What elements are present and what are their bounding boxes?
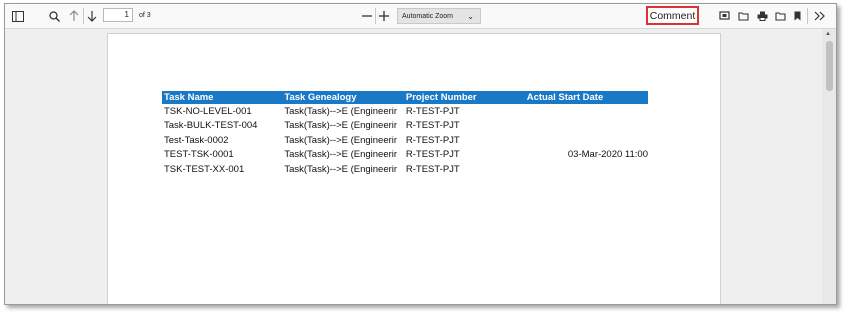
- open-file-icon[interactable]: [736, 7, 750, 25]
- sidebar-toggle-icon[interactable]: [11, 7, 25, 25]
- table-header-row: Task Name Task Genealogy Project Number …: [162, 91, 648, 104]
- task-name-cell: TEST-TSK-0001: [164, 149, 234, 161]
- task-name-cell: Test-Task-0002: [164, 134, 229, 146]
- table-row: TSK-TEST-XX-001 Task(Task)-->E (Engineer…: [162, 162, 648, 177]
- column-header-task-genealogy: Task Genealogy: [282, 91, 404, 104]
- task-genealogy-cell: Task(Task)-->E (Engineerir: [284, 120, 398, 132]
- document-viewer: Task Name Task Genealogy Project Number …: [5, 29, 836, 304]
- chevron-down-icon: ⌄: [467, 12, 474, 21]
- task-name-cell: TSK-NO-LEVEL-001: [164, 105, 252, 117]
- column-header-task-name: Task Name: [162, 91, 283, 104]
- tools-menu-icon[interactable]: [811, 7, 827, 25]
- scroll-up-icon[interactable]: ▲: [825, 31, 831, 37]
- task-name-cell: TSK-TEST-XX-001: [164, 163, 245, 175]
- pdf-page: Task Name Task Genealogy Project Number …: [107, 33, 721, 304]
- save-icon[interactable]: [773, 7, 787, 25]
- actual-start-date-cell: [525, 133, 648, 148]
- presentation-mode-icon[interactable]: [717, 7, 731, 25]
- table-row: TSK-NO-LEVEL-001 Task(Task)-->E (Enginee…: [162, 104, 648, 119]
- zoom-out-icon[interactable]: [360, 7, 374, 25]
- next-page-icon[interactable]: [85, 7, 99, 25]
- toolbar-divider: [807, 8, 808, 24]
- task-genealogy-cell: Task(Task)-->E (Engineerir: [284, 105, 398, 117]
- zoom-in-icon[interactable]: [377, 7, 391, 25]
- page-number-input[interactable]: 1: [103, 8, 133, 22]
- table-row: Task-BULK-TEST-004 Task(Task)-->E (Engin…: [162, 119, 648, 134]
- task-genealogy-cell: Task(Task)-->E (Engineerir: [284, 163, 398, 175]
- toolbar: 1 of 3 Automatic Zoom ⌄ Comment: [5, 4, 836, 29]
- pdf-viewer-window: 1 of 3 Automatic Zoom ⌄ Comment Task Nam…: [4, 3, 837, 305]
- project-number-cell: R-TEST-PJT: [405, 163, 460, 175]
- actual-start-date-cell: [525, 119, 648, 134]
- actual-start-date-cell: [525, 104, 648, 119]
- task-genealogy-cell: Task(Task)-->E (Engineerir: [284, 149, 398, 161]
- table-row: TEST-TSK-0001 Task(Task)-->E (Engineerir…: [162, 148, 648, 163]
- zoom-select[interactable]: Automatic Zoom ⌄: [397, 8, 481, 24]
- toolbar-divider: [83, 8, 84, 24]
- column-header-actual-start-date: Actual Start Date: [524, 91, 648, 104]
- project-number-cell: R-TEST-PJT: [405, 134, 460, 146]
- actual-start-date-cell: 03-Mar-2020 11:00: [567, 149, 648, 161]
- toolbar-divider: [375, 8, 376, 24]
- project-number-cell: R-TEST-PJT: [405, 120, 460, 132]
- project-number-cell: R-TEST-PJT: [405, 105, 460, 117]
- actual-start-date-cell: [525, 162, 648, 177]
- column-header-project-number: Project Number: [403, 91, 525, 104]
- scrollbar-thumb[interactable]: [826, 41, 833, 91]
- task-genealogy-cell: Task(Task)-->E (Engineerir: [284, 134, 398, 146]
- print-icon[interactable]: [755, 7, 769, 25]
- table-row: Test-Task-0002 Task(Task)-->E (Engineeri…: [162, 133, 648, 148]
- task-table: Task Name Task Genealogy Project Number …: [162, 91, 648, 177]
- search-icon[interactable]: [47, 7, 61, 25]
- page-count-label: of 3: [139, 12, 151, 19]
- bookmark-icon[interactable]: [791, 7, 803, 25]
- project-number-cell: R-TEST-PJT: [405, 149, 460, 161]
- task-name-cell: Task-BULK-TEST-004: [164, 120, 258, 132]
- comment-button[interactable]: Comment: [646, 6, 699, 25]
- vertical-scrollbar[interactable]: ▲: [822, 29, 836, 304]
- zoom-select-value: Automatic Zoom: [402, 12, 453, 20]
- previous-page-icon[interactable]: [67, 7, 81, 25]
